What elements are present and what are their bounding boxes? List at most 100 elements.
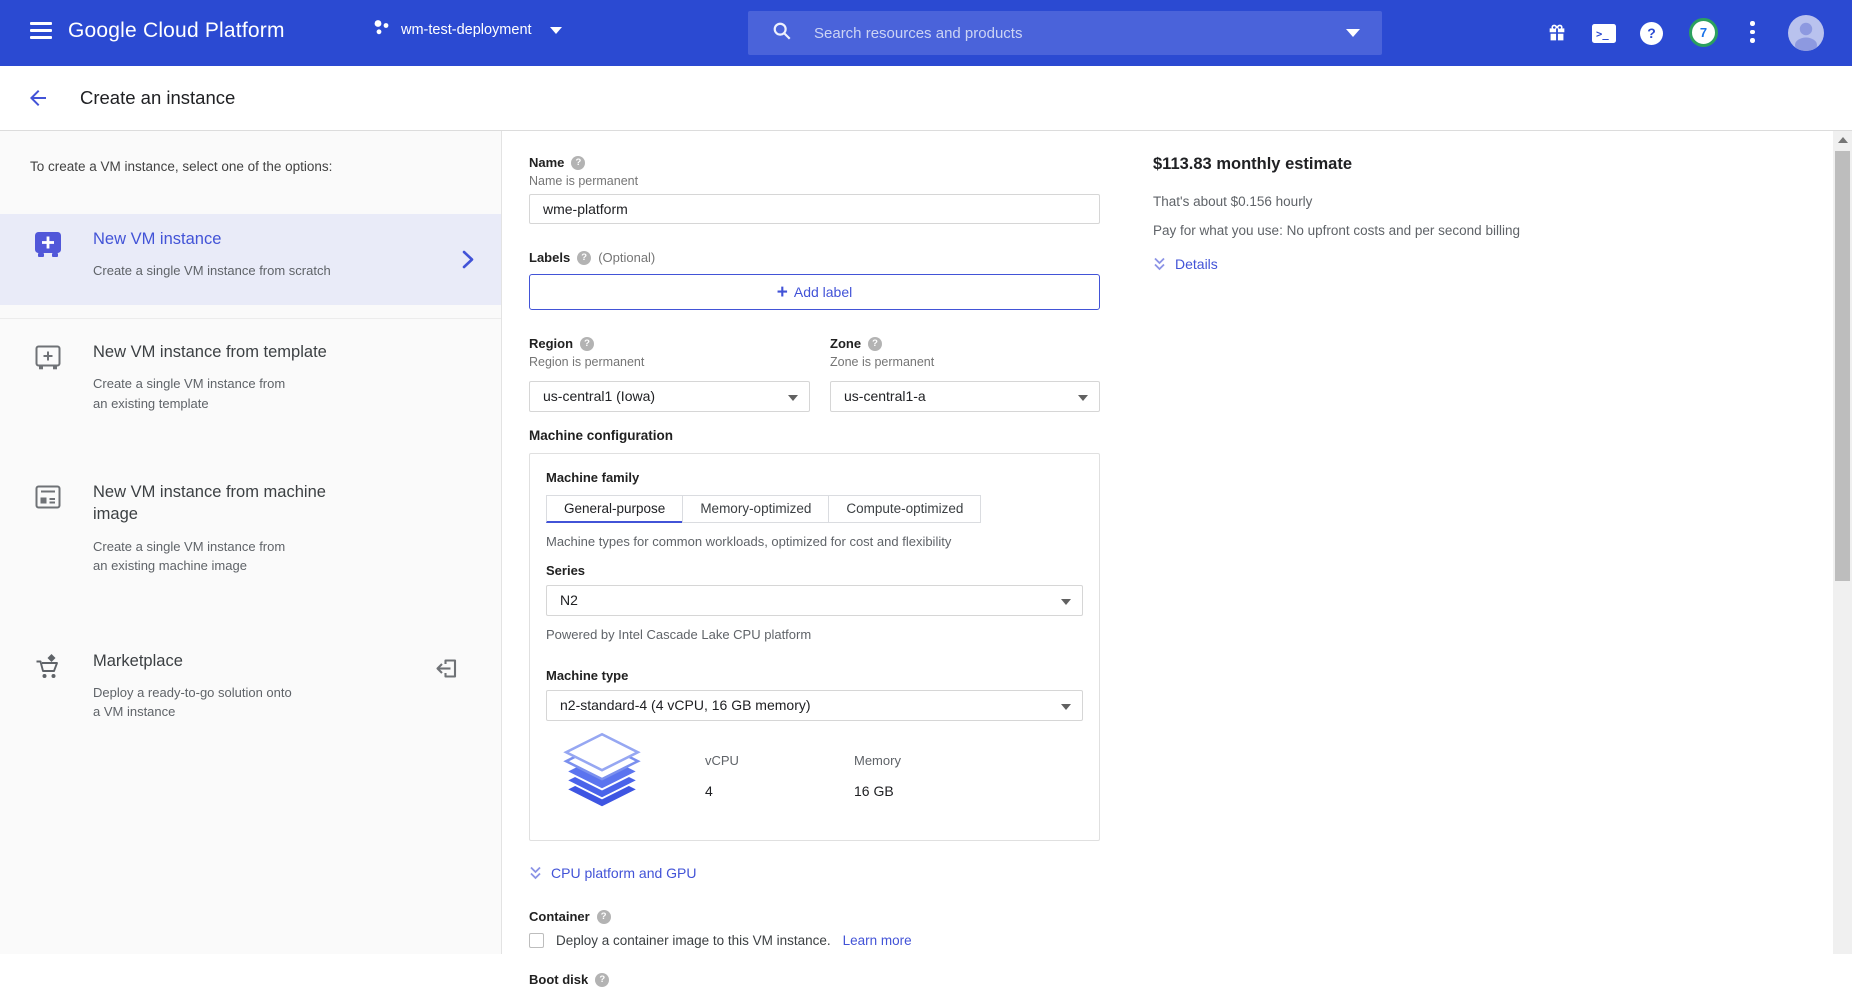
learn-more-link[interactable]: Learn more — [843, 933, 912, 948]
vcpu-label: vCPU — [705, 753, 830, 768]
more-vert-icon[interactable] — [1750, 21, 1755, 47]
svg-text:>_: >_ — [1596, 29, 1609, 41]
cloud-shell-icon[interactable]: >_ — [1592, 24, 1616, 48]
exit-to-app-icon[interactable] — [434, 656, 459, 686]
cost-estimate-panel: $113.83 monthly estimate That's about $0… — [1153, 155, 1813, 272]
avatar[interactable] — [1788, 15, 1824, 51]
chevron-down-icon — [550, 27, 562, 34]
option-new-vm-instance[interactable]: New VM instance Create a single VM insta… — [0, 214, 501, 305]
option-title: Marketplace — [93, 650, 292, 672]
monthly-estimate-title: $113.83 monthly estimate — [1153, 155, 1813, 174]
name-input[interactable] — [529, 194, 1100, 224]
machine-type-select[interactable]: n2-standard-4 (4 vCPU, 16 GB memory) — [546, 690, 1083, 721]
tab-general-purpose[interactable]: General-purpose — [546, 495, 683, 523]
scrollbar-thumb[interactable] — [1835, 151, 1850, 581]
add-label-button[interactable]: + Add label — [529, 274, 1100, 310]
chevron-right-icon — [461, 250, 475, 274]
container-label: Container — [529, 909, 590, 924]
option-title: New VM instance — [93, 228, 331, 250]
option-new-vm-from-template[interactable]: New VM instance from template Create a s… — [0, 327, 501, 437]
series-select[interactable]: N2 — [546, 585, 1083, 616]
zone-select[interactable]: us-central1-a — [830, 381, 1100, 412]
region-select[interactable]: us-central1 (Iowa) — [529, 381, 810, 412]
name-label: Name — [529, 155, 564, 170]
vm-instance-plus-icon — [34, 228, 93, 281]
search-input[interactable] — [814, 25, 1346, 42]
search-dropdown-caret[interactable] — [1346, 29, 1360, 37]
option-new-vm-from-machine-image[interactable]: New VM instance from machine image Creat… — [0, 467, 501, 600]
memory-label: Memory — [854, 753, 979, 768]
machine-specs: vCPU 4 Memory 16 GB — [546, 731, 1083, 822]
vcpu-value: 4 — [705, 783, 830, 799]
content-area: To create a VM instance, select one of t… — [0, 131, 1852, 954]
machine-configuration-title: Machine configuration — [529, 428, 1100, 443]
estimate-details-link[interactable]: Details — [1153, 256, 1813, 272]
name-help-icon[interactable]: ? — [571, 156, 585, 170]
option-title: New VM instance from machine image — [93, 481, 326, 526]
search-icon — [772, 21, 792, 46]
deploy-container-checkbox[interactable] — [529, 933, 544, 948]
back-arrow-icon[interactable] — [26, 86, 50, 115]
creation-options-sidebar: To create a VM instance, select one of t… — [0, 131, 502, 954]
labels-optional-note: (Optional) — [598, 250, 655, 265]
option-description: Deploy a ready-to-go solution onto a VM … — [93, 683, 292, 722]
billing-note-text: Pay for what you use: No upfront costs a… — [1153, 223, 1813, 238]
tab-memory-optimized[interactable]: Memory-optimized — [682, 495, 829, 523]
name-hint: Name is permanent — [529, 174, 1100, 188]
project-icon — [372, 18, 391, 42]
tab-compute-optimized[interactable]: Compute-optimized — [828, 495, 981, 523]
option-description: Create a single VM instance from an exis… — [93, 537, 326, 576]
scrollbar-up-arrow[interactable] — [1833, 131, 1852, 148]
region-hint: Region is permanent — [529, 355, 810, 369]
page-header: Create an instance — [0, 66, 1852, 131]
option-description: Create a single VM instance from scratch — [93, 261, 331, 281]
option-marketplace[interactable]: Marketplace Deploy a ready-to-go solutio… — [0, 636, 501, 746]
option-title: New VM instance from template — [93, 341, 327, 363]
template-plus-icon — [34, 341, 93, 413]
search-bar[interactable] — [748, 11, 1382, 55]
labels-label: Labels — [529, 250, 570, 265]
option-description: Create a single VM instance from an exis… — [93, 374, 327, 413]
divider — [0, 318, 501, 319]
machine-family-label: Machine family — [546, 470, 639, 485]
chevron-down-icon — [1061, 599, 1071, 605]
product-logo[interactable]: Google Cloud Platform — [68, 19, 285, 43]
help-icon[interactable]: ? — [1640, 22, 1663, 45]
hourly-estimate-text: That's about $0.156 hourly — [1153, 194, 1813, 209]
page-title: Create an instance — [80, 87, 235, 109]
machine-family-tabs: General-purpose Memory-optimized Compute… — [546, 495, 1083, 523]
cpu-platform-gpu-link[interactable]: CPU platform and GPU — [529, 865, 1100, 881]
boot-disk-help-icon[interactable]: ? — [595, 973, 609, 987]
notifications-badge[interactable]: 7 — [1689, 18, 1718, 47]
expand-more-double-icon — [529, 866, 542, 881]
zone-label: Zone — [830, 336, 861, 351]
machine-configuration-card: Machine family General-purpose Memory-op… — [529, 453, 1100, 841]
memory-value: 16 GB — [854, 783, 979, 799]
region-label: Region — [529, 336, 573, 351]
deploy-container-text: Deploy a container image to this VM inst… — [556, 933, 831, 948]
machine-family-hint: Machine types for common workloads, opti… — [546, 534, 1083, 549]
zone-hint: Zone is permanent — [830, 355, 1100, 369]
whats-new-gift-icon[interactable] — [1546, 22, 1568, 49]
menu-icon[interactable] — [30, 22, 52, 44]
plus-icon: + — [777, 283, 788, 302]
machine-image-icon — [34, 481, 93, 576]
vertical-scrollbar[interactable] — [1833, 131, 1852, 954]
instance-form: Name ? Name is permanent Labels ? (Optio… — [529, 155, 1100, 987]
top-app-bar: Google Cloud Platform wm-test-deployment… — [0, 0, 1852, 66]
labels-help-icon[interactable]: ? — [577, 251, 591, 265]
project-name: wm-test-deployment — [401, 22, 532, 38]
chevron-down-icon — [1061, 704, 1071, 710]
chevron-down-icon — [1078, 395, 1088, 401]
machine-type-label: Machine type — [546, 668, 628, 683]
marketplace-cart-icon — [34, 650, 93, 722]
sidebar-intro-text: To create a VM instance, select one of t… — [30, 159, 471, 174]
expand-more-double-icon — [1153, 257, 1166, 272]
chevron-down-icon — [788, 395, 798, 401]
series-hint: Powered by Intel Cascade Lake CPU platfo… — [546, 627, 1083, 642]
project-selector[interactable]: wm-test-deployment — [372, 18, 562, 42]
zone-help-icon[interactable]: ? — [868, 337, 882, 351]
boot-disk-label: Boot disk — [529, 972, 588, 987]
container-help-icon[interactable]: ? — [597, 910, 611, 924]
region-help-icon[interactable]: ? — [580, 337, 594, 351]
